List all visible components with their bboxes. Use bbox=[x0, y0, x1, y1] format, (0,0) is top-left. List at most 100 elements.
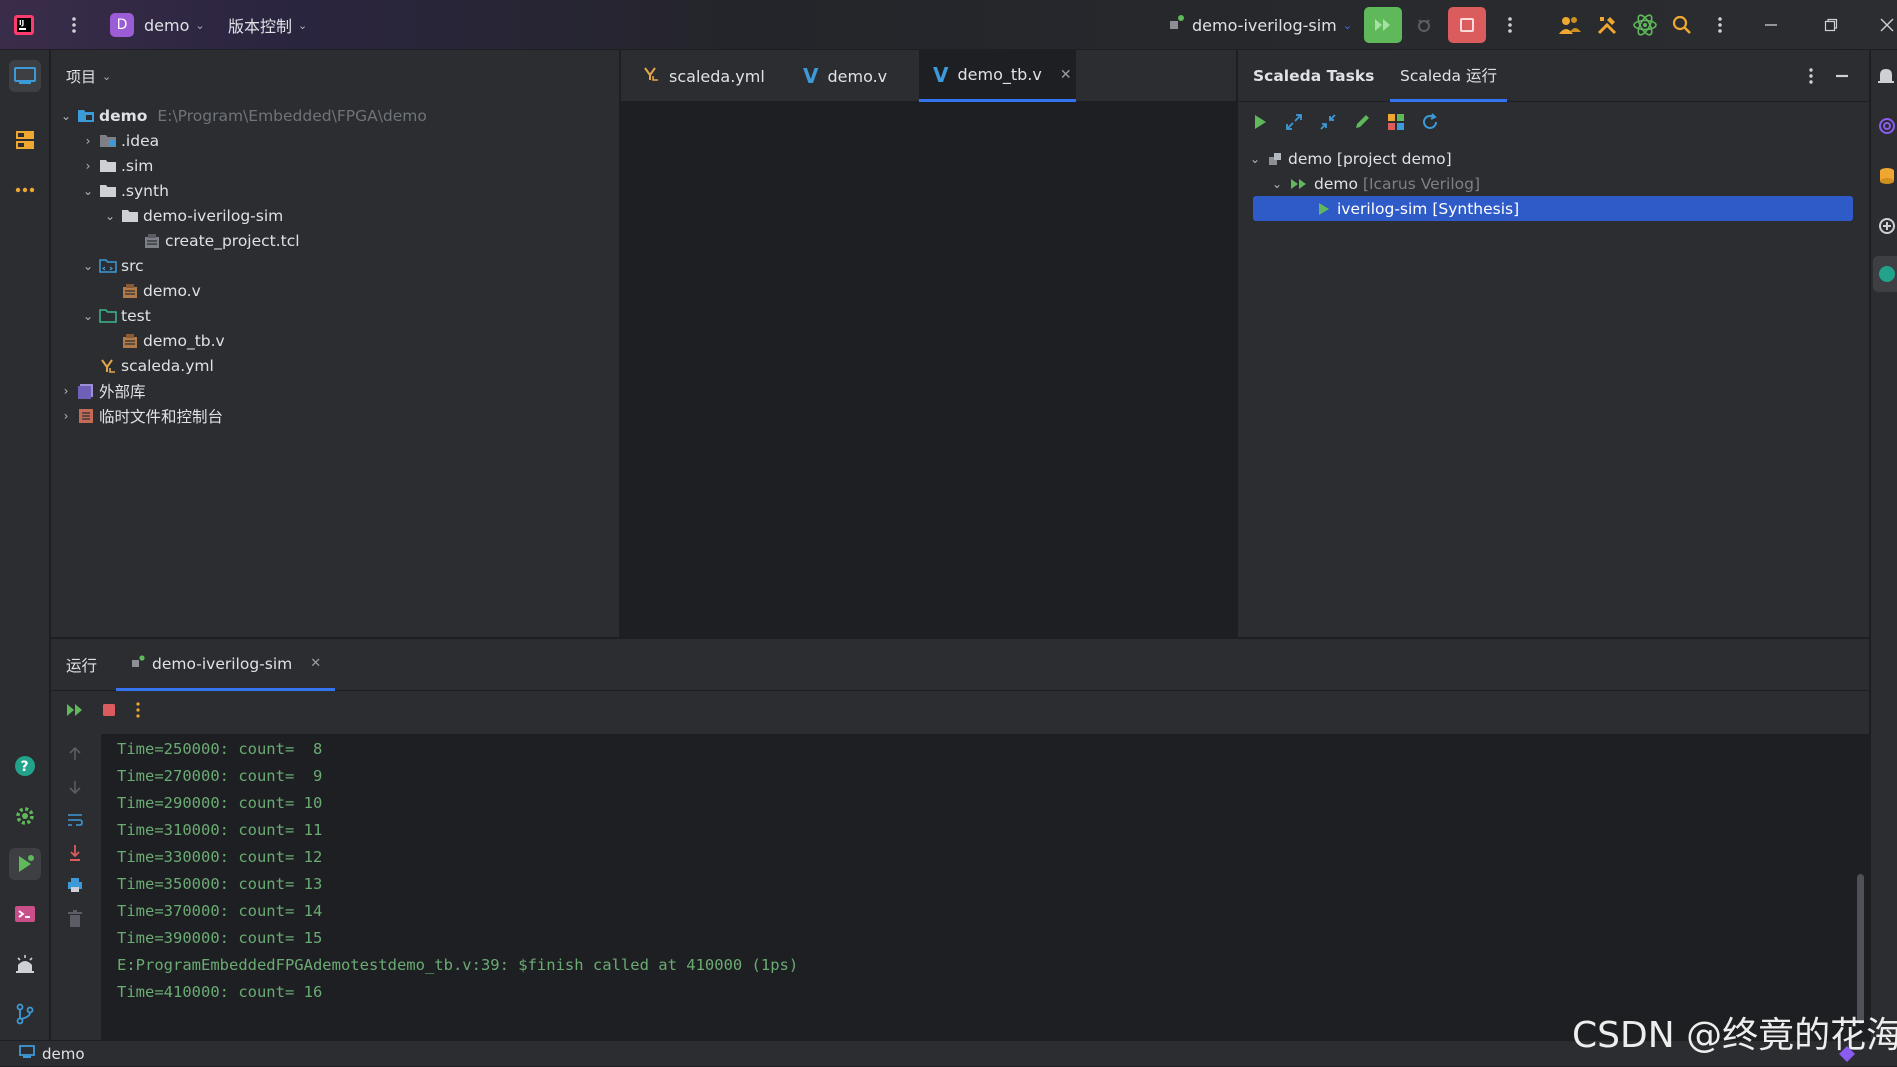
settings-menu-icon[interactable] bbox=[1710, 0, 1730, 50]
scroll-up-icon[interactable] bbox=[67, 746, 83, 766]
project-panel-header[interactable]: 项目 ⌄ bbox=[51, 50, 619, 102]
scroll-to-end-icon[interactable] bbox=[67, 844, 83, 866]
stop-button[interactable] bbox=[1448, 0, 1486, 50]
chevron-right-icon[interactable]: › bbox=[77, 134, 99, 148]
chevron-right-icon[interactable]: › bbox=[55, 409, 77, 423]
code-with-me-icon[interactable] bbox=[1558, 0, 1582, 50]
tree-row-src[interactable]: ⌄ src bbox=[77, 253, 144, 278]
tab-run-demo-iverilog-sim[interactable]: demo-iverilog-sim ✕ bbox=[116, 639, 336, 691]
more-actions-icon[interactable] bbox=[1500, 0, 1520, 50]
ai-spiral-icon[interactable] bbox=[1877, 116, 1895, 140]
settings-gear-icon[interactable] bbox=[9, 800, 41, 832]
run-task-icon[interactable] bbox=[1250, 112, 1270, 136]
verilog-file-icon bbox=[121, 283, 139, 299]
chevron-down-icon[interactable]: ⌄ bbox=[77, 259, 99, 273]
chevron-down-icon[interactable]: ⌄ bbox=[77, 309, 99, 323]
edit-icon[interactable] bbox=[1352, 112, 1372, 136]
run-config-selector[interactable]: demo-iverilog-sim ⌄ bbox=[1168, 0, 1352, 50]
status-project-name[interactable]: demo bbox=[42, 1045, 85, 1063]
more-icon[interactable] bbox=[133, 701, 143, 723]
run-tool-icon[interactable] bbox=[9, 848, 41, 880]
tree-row-sim[interactable]: › .sim bbox=[77, 153, 154, 178]
tree-row-scratches[interactable]: › 临时文件和控制台 bbox=[55, 403, 223, 428]
print-icon[interactable] bbox=[66, 876, 84, 898]
chevron-down-icon[interactable]: ⌄ bbox=[55, 109, 77, 123]
app-logo-icon[interactable]: IJ bbox=[12, 0, 36, 50]
scroll-down-icon[interactable] bbox=[67, 779, 83, 799]
more-tools-icon[interactable] bbox=[9, 174, 41, 206]
restore-icon[interactable] bbox=[1824, 0, 1838, 50]
run-button[interactable] bbox=[1364, 0, 1402, 50]
plugin-icon[interactable] bbox=[1877, 216, 1895, 240]
project-badge: D bbox=[110, 13, 134, 37]
tree-row-scaleda-yml[interactable]: scaleda.yml bbox=[99, 353, 214, 378]
collapse-all-icon[interactable] bbox=[1318, 112, 1338, 136]
hide-panel-icon[interactable] bbox=[1834, 66, 1850, 90]
layout-icon[interactable] bbox=[1386, 112, 1406, 136]
console-line: E:ProgramEmbeddedFPGAdemotestdemo_tb.v:3… bbox=[117, 956, 799, 974]
tree-row-external-libraries[interactable]: › 外部库 bbox=[55, 378, 146, 403]
scaleda-tree-toolchain[interactable]: ⌄ demo [Icarus Verilog] bbox=[1266, 171, 1480, 196]
tree-row-idea[interactable]: › .idea bbox=[77, 128, 160, 153]
clear-all-icon[interactable] bbox=[67, 910, 83, 932]
git-branch-icon[interactable] bbox=[9, 998, 41, 1030]
tab-scaleda-yml[interactable]: scaleda.yml bbox=[627, 50, 777, 102]
chevron-right-icon[interactable]: › bbox=[77, 159, 99, 173]
chevron-down-icon[interactable]: ⌄ bbox=[1266, 177, 1288, 191]
problems-icon[interactable] bbox=[9, 948, 41, 980]
tree-row-demo[interactable]: ⌄ demo E:\Program\Embedded\FPGA\demo bbox=[55, 103, 427, 128]
tab-demo-v[interactable]: V demo.v bbox=[787, 50, 915, 102]
vcs-menu[interactable]: 版本控制 ⌄ bbox=[228, 0, 307, 50]
tree-row-create-project-tcl[interactable]: create_project.tcl bbox=[143, 228, 300, 253]
tab-scaleda-tasks[interactable]: Scaleda Tasks bbox=[1253, 50, 1374, 102]
expand-all-icon[interactable] bbox=[1284, 112, 1304, 136]
structure-tool-icon[interactable] bbox=[9, 124, 41, 156]
close-window-icon[interactable] bbox=[1879, 0, 1895, 50]
source-folder-icon bbox=[99, 258, 117, 274]
tree-row-demo-iverilog-sim[interactable]: ⌄ demo-iverilog-sim bbox=[99, 203, 283, 228]
chevron-down-icon[interactable]: ⌄ bbox=[77, 184, 99, 198]
tree-suffix: [Icarus Verilog] bbox=[1362, 174, 1481, 193]
run-config-label: demo-iverilog-sim bbox=[1192, 15, 1337, 35]
options-icon[interactable] bbox=[1804, 66, 1818, 90]
close-tab-icon[interactable]: ✕ bbox=[310, 656, 321, 671]
notifications-icon[interactable] bbox=[1877, 66, 1895, 90]
console-output[interactable]: Time=250000: count= 8 Time=270000: count… bbox=[101, 734, 1869, 1041]
chevron-right-icon[interactable]: › bbox=[55, 384, 77, 398]
scaleda-tree-task-selected[interactable]: iverilog-sim [Synthesis] bbox=[1253, 196, 1853, 221]
build-tools-icon[interactable] bbox=[1596, 0, 1618, 50]
tree-row-synth[interactable]: ⌄ .synth bbox=[77, 178, 169, 203]
project-panel: 项目 ⌄ ⌄ demo E:\Program\Embedded\FPGA\dem… bbox=[51, 50, 620, 637]
tab-scaleda-run[interactable]: Scaleda 运行 bbox=[1390, 50, 1507, 102]
copilot-icon[interactable] bbox=[1873, 256, 1897, 292]
tab-demo-tb-v[interactable]: V demo_tb.v ✕ bbox=[919, 50, 1076, 102]
tree-row-test[interactable]: ⌄ test bbox=[77, 303, 151, 328]
stop-icon[interactable] bbox=[101, 702, 117, 722]
tree-row-demo-v[interactable]: demo.v bbox=[121, 278, 201, 303]
scaleda-tree-project[interactable]: ⌄ demo [project demo] bbox=[1244, 146, 1452, 171]
vcs-label: 版本控制 bbox=[228, 17, 293, 36]
help-icon[interactable]: ? bbox=[9, 750, 41, 782]
folder-icon bbox=[99, 183, 117, 199]
yaml-file-icon bbox=[643, 66, 659, 86]
database-icon[interactable] bbox=[1877, 166, 1895, 190]
run-config-icon bbox=[130, 654, 146, 674]
console-line: Time=250000: count= 8 bbox=[117, 740, 323, 758]
project-tool-icon[interactable] bbox=[9, 60, 41, 92]
console-scrollbar[interactable] bbox=[1857, 874, 1864, 1024]
search-icon[interactable] bbox=[1672, 0, 1692, 50]
main-menu-icon[interactable] bbox=[64, 0, 84, 50]
chevron-down-icon[interactable]: ⌄ bbox=[99, 209, 121, 223]
project-switcher[interactable]: D demo ⌄ bbox=[110, 0, 205, 50]
terminal-icon[interactable] bbox=[9, 898, 41, 930]
close-tab-icon[interactable]: ✕ bbox=[1060, 67, 1072, 83]
chevron-down-icon[interactable]: ⌄ bbox=[1244, 152, 1266, 166]
ai-assistant-icon[interactable] bbox=[1632, 0, 1658, 50]
debug-icon[interactable] bbox=[1414, 0, 1434, 50]
soft-wrap-icon[interactable] bbox=[66, 812, 84, 832]
folder-icon bbox=[121, 208, 139, 224]
refresh-icon[interactable] bbox=[1420, 112, 1440, 136]
rerun-icon[interactable] bbox=[65, 702, 85, 722]
minimize-icon[interactable] bbox=[1764, 0, 1778, 50]
tree-row-demo-tb-v[interactable]: demo_tb.v bbox=[121, 328, 225, 353]
